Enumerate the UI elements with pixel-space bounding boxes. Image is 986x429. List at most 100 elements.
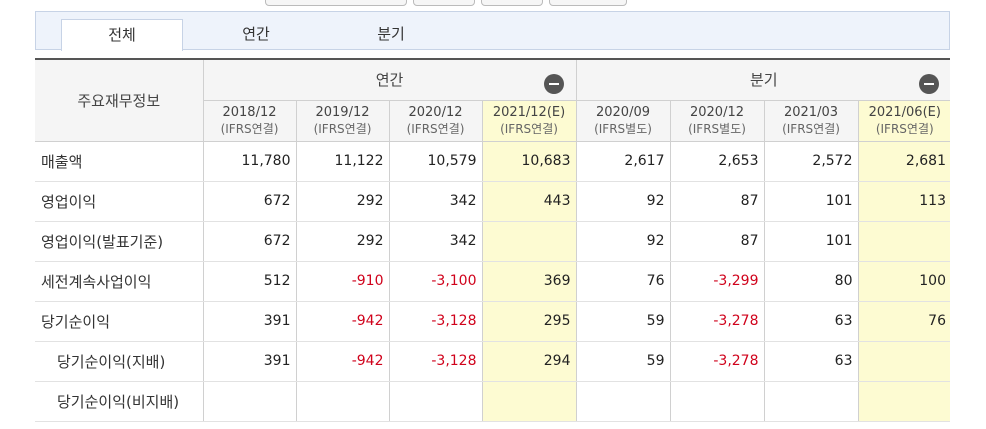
column-header: 2021/03 (IFRS연결): [763, 100, 858, 142]
table-cell: 342: [388, 181, 482, 222]
table-cell: 292: [295, 221, 389, 262]
tab-annual[interactable]: 연간: [196, 19, 316, 51]
table-cell: 10,579: [388, 141, 482, 182]
column-header: 2019/12 (IFRS연결): [295, 100, 389, 142]
table-cell: 342: [388, 221, 482, 262]
table-cell: 87: [669, 221, 764, 262]
group-header-annual: 연간: [202, 58, 576, 101]
tab-all[interactable]: 전체: [61, 19, 183, 51]
table-cell: -3,128: [388, 341, 482, 382]
table-cell: 76: [575, 261, 670, 302]
table-cell: 2,617: [575, 141, 670, 182]
table-cell: -3,278: [669, 301, 764, 342]
table-cell: -3,128: [388, 301, 482, 342]
table-cell: [295, 381, 389, 422]
table-cell: 391: [202, 301, 296, 342]
table-cell: -910: [295, 261, 389, 302]
table-cell: 10,683: [481, 141, 576, 182]
group-header-quarterly: 분기: [575, 58, 951, 101]
table-cell: 92: [575, 221, 670, 262]
table-cell: 92: [575, 181, 670, 222]
table-row: 세전계속사업이익 512 -910 -3,100 369 76 -3,299 80 100: [35, 261, 951, 302]
table-cell: [481, 381, 576, 422]
row-label: 당기순이익(지배): [35, 341, 203, 382]
table-cell: 59: [575, 341, 670, 382]
financial-summary-table: 주요재무정보 연간 분기 2018/12 (IFRS연결) 2019/12 (IFRS…: [35, 58, 951, 422]
column-header: 2020/12 (IFRS별도): [669, 100, 764, 142]
table-cell: [857, 221, 951, 262]
column-period: 2021/12(E): [492, 104, 566, 120]
table-cell: 80: [763, 261, 858, 302]
table-cell: 11,780: [202, 141, 296, 182]
toolbar-select[interactable]: [265, 0, 407, 6]
column-basis: (IFRS별도): [594, 121, 652, 136]
right-edge: [950, 0, 986, 429]
table-cell: [857, 341, 951, 382]
column-period: 2020/12: [689, 104, 744, 120]
column-period: 2020/09: [595, 104, 650, 120]
row-label: 당기순이익(비지배): [35, 381, 203, 422]
table-cell: 369: [481, 261, 576, 302]
column-basis: (IFRS연결): [220, 121, 279, 136]
table-cell: [388, 381, 482, 422]
column-basis: (IFRS연결): [875, 121, 934, 136]
column-period: 2020/12: [408, 104, 463, 120]
toolbar-button[interactable]: [549, 0, 627, 6]
table-cell: 672: [202, 181, 296, 222]
column-basis: (IFRS연결): [313, 121, 372, 136]
table-cell: 63: [763, 301, 858, 342]
tab-quarterly[interactable]: 분기: [331, 19, 451, 51]
table-cell: 113: [857, 181, 951, 222]
group-label-annual: 연간: [375, 71, 404, 90]
column-header: 2021/12(E) (IFRS연결): [481, 100, 576, 142]
table-row: 당기순이익(비지배): [35, 381, 951, 422]
table-cell: [575, 381, 670, 422]
table-cell: 76: [857, 301, 951, 342]
table-cell: -3,278: [669, 341, 764, 382]
table-row: 당기순이익(지배) 391 -942 -3,128 294 59 -3,278 63: [35, 341, 951, 382]
toolbar-button[interactable]: [481, 0, 543, 6]
column-basis: (IFRS연결): [782, 121, 840, 136]
table-row: 영업이익(발표기준) 672 292 342 92 87 101: [35, 221, 951, 262]
row-label: 세전계속사업이익: [35, 261, 203, 302]
table-cell: -3,100: [388, 261, 482, 302]
table-row: 매출액 11,780 11,122 10,579 10,683 2,617 2,653 2,5…: [35, 141, 951, 182]
column-basis: (IFRS연결): [500, 121, 558, 136]
table-cell: 101: [763, 221, 858, 262]
table-cell: 512: [202, 261, 296, 302]
table-cell: [202, 381, 296, 422]
row-label: 영업이익: [35, 181, 203, 222]
period-tab-bar: 전체 연간 분기: [35, 11, 950, 51]
column-header: 2021/06(E) (IFRS연결): [857, 100, 951, 142]
table-cell: 2,653: [669, 141, 764, 182]
table-cell: [481, 221, 576, 262]
collapse-quarterly-icon[interactable]: [919, 74, 939, 94]
row-label: 당기순이익: [35, 301, 203, 342]
toolbar-button[interactable]: [413, 0, 475, 6]
table-cell: 292: [295, 181, 389, 222]
table-cell: 672: [202, 221, 296, 262]
table-cell: 101: [763, 181, 858, 222]
collapse-annual-icon[interactable]: [543, 74, 564, 94]
column-basis: (IFRS연결): [406, 121, 465, 136]
table-cell: 391: [202, 341, 296, 382]
column-period: 2018/12: [222, 104, 277, 120]
row-header-title: 주요재무정보: [35, 58, 203, 142]
column-period: 2021/06(E): [868, 104, 941, 120]
table-row: 당기순이익 391 -942 -3,128 295 59 -3,278 63 76: [35, 301, 951, 342]
table-cell: 63: [763, 341, 858, 382]
table-row: 영업이익 672 292 342 443 92 87 101 113: [35, 181, 951, 222]
column-header: 2020/12 (IFRS연결): [388, 100, 482, 142]
table-cell: -3,299: [669, 261, 764, 302]
table-cell: 11,122: [295, 141, 389, 182]
table-cell: [763, 381, 858, 422]
table-cell: 443: [481, 181, 576, 222]
table-cell: -942: [295, 341, 389, 382]
column-period: 2021/03: [783, 104, 838, 120]
table-cell: [669, 381, 764, 422]
column-header: 2018/12 (IFRS연결): [202, 100, 296, 142]
table-cell: 59: [575, 301, 670, 342]
table-cell: 295: [481, 301, 576, 342]
column-header: 2020/09 (IFRS별도): [575, 100, 670, 142]
table-cell: 100: [857, 261, 951, 302]
